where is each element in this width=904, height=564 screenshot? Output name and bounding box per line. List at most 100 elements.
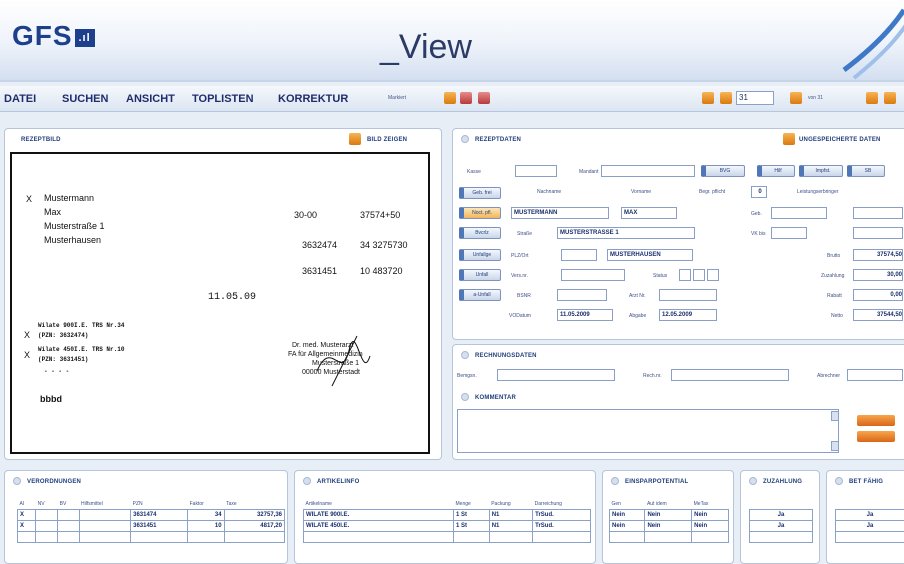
table-row[interactable]: WILATE 900I.E.1 StN1TrSud.	[304, 509, 591, 520]
scroll-down-icon[interactable]	[831, 441, 839, 451]
next-page-icon[interactable]	[790, 92, 802, 104]
versnr-input[interactable]	[561, 269, 625, 281]
table-row[interactable]: Ja	[836, 510, 904, 521]
rx-item: Wilate 900I.E. TRS Nr.34	[38, 322, 124, 329]
brutto-input[interactable]: 37574,50	[853, 249, 903, 261]
vk-bis-input[interactable]	[771, 227, 807, 239]
mandant-input[interactable]	[601, 165, 695, 177]
zuzahlung-input[interactable]: 30,00	[853, 269, 903, 281]
table-row[interactable]: Ja	[750, 510, 813, 521]
prev-page-icon[interactable]	[720, 92, 732, 104]
status-input-2[interactable]	[693, 269, 705, 281]
table-cell	[692, 531, 729, 542]
vodatum-input[interactable]: 11.05.2009	[557, 309, 613, 321]
collapse-icon[interactable]	[461, 135, 469, 143]
table-row[interactable]: WILATE 450I.E.1 StN1TrSud.	[304, 520, 591, 531]
table-cell: X	[18, 520, 36, 531]
status-input-1[interactable]	[679, 269, 691, 281]
scroll-up-icon[interactable]	[831, 411, 839, 421]
rabatt-input[interactable]: 0,00	[853, 289, 903, 301]
unfallge-button[interactable]: Unfallge	[459, 249, 501, 261]
bvg-button[interactable]: BVG	[701, 165, 745, 177]
first-page-icon[interactable]	[702, 92, 714, 104]
table-row[interactable]: Ja	[750, 521, 813, 532]
collapse-icon[interactable]	[13, 477, 21, 485]
bild-zeigen-button[interactable]: BILD ZEIGEN	[367, 137, 407, 143]
sb-button[interactable]: SB	[847, 165, 885, 177]
table-cell	[36, 520, 58, 531]
save-icon[interactable]	[866, 92, 878, 104]
leistung-extra-input[interactable]	[853, 227, 903, 239]
begr-pflicht-input[interactable]: 0	[751, 186, 767, 198]
abgabe-input[interactable]: 12.05.2009	[659, 309, 717, 321]
table-row[interactable]: X36314743432757,36	[18, 509, 285, 520]
table-cell: Nein	[692, 509, 729, 520]
prescription-image: X Mustermann Max Musterstraße 1 Musterha…	[10, 152, 430, 454]
app-title: _View	[380, 28, 472, 67]
app-header: GFS.ıl _View	[0, 0, 904, 82]
bild-zeigen-icon[interactable]	[349, 133, 361, 145]
geb-input[interactable]	[771, 207, 827, 219]
impfst-button[interactable]: Impfst.	[799, 165, 843, 177]
ort-input[interactable]: MUSTERHAUSEN	[607, 249, 693, 261]
status-label: Status	[653, 273, 667, 279]
rx-dashes: - - - -	[44, 368, 69, 375]
table-row[interactable]: NeinNeinNein	[610, 520, 729, 531]
close-icon[interactable]	[884, 92, 896, 104]
mark-toggle-icon[interactable]	[444, 92, 456, 104]
rx-item: Wilate 450I.E. TRS Nr.10	[38, 346, 124, 353]
menu-toplisten[interactable]: TOPLISTEN	[192, 93, 254, 105]
nachname-input[interactable]: MUSTERMANN	[511, 207, 609, 219]
zuzahlung-title: ZUZAHLUNG	[763, 479, 802, 485]
kasse-input[interactable]	[515, 165, 557, 177]
table-cell	[489, 531, 532, 542]
table-cell: 32757,36	[224, 509, 284, 520]
plz-input[interactable]	[561, 249, 597, 261]
vorname-label: Vorname	[631, 189, 651, 195]
menu-datei[interactable]: DATEI	[4, 93, 36, 105]
bemgsn-label: Bemgsn.	[457, 373, 477, 379]
collapse-icon[interactable]	[611, 477, 619, 485]
collapse-icon[interactable]	[303, 477, 311, 485]
collapse-icon[interactable]	[749, 477, 757, 485]
abrechner-input[interactable]	[847, 369, 903, 381]
strasse-input[interactable]: MUSTERSTRASSE 1	[557, 227, 695, 239]
rechnr-input[interactable]	[671, 369, 789, 381]
table-row[interactable]: Ja	[836, 521, 904, 532]
arztnr-input[interactable]	[659, 289, 717, 301]
a-unfall-button[interactable]: a-Unfall	[459, 289, 501, 301]
patient-lastname: Mustermann	[44, 193, 94, 203]
table-cell	[36, 509, 58, 520]
menu-korrektur[interactable]: KORREKTUR	[278, 93, 348, 105]
geb-frei-button[interactable]: Geb. frei	[459, 187, 501, 199]
col-packung: Packung	[489, 499, 532, 509]
bsnr-label: BSNR	[517, 293, 531, 299]
hilf-button[interactable]: Hilf	[757, 165, 795, 177]
menu-suchen[interactable]: SUCHEN	[62, 93, 108, 105]
collapse-icon[interactable]	[461, 351, 469, 359]
kommentar-action-button[interactable]	[857, 415, 895, 426]
prev-record-icon[interactable]	[460, 92, 472, 104]
rx-number: 3631451	[302, 266, 337, 276]
collapse-icon[interactable]	[461, 393, 469, 401]
leistungserbringer-input[interactable]	[853, 207, 903, 219]
table-cell: Nein	[692, 520, 729, 531]
page-number-input[interactable]: 31	[736, 91, 774, 105]
collapse-icon[interactable]	[835, 477, 843, 485]
bsnr-input[interactable]	[557, 289, 607, 301]
bemgsn-input[interactable]	[497, 369, 615, 381]
rx-number: 34 3275730	[360, 240, 408, 250]
noct-pfl-button[interactable]: Noct. pfl.	[459, 207, 501, 219]
table-cell: TrSud.	[533, 509, 591, 520]
next-record-icon[interactable]	[478, 92, 490, 104]
netto-input[interactable]: 37544,50	[853, 309, 903, 321]
bvcrlz-button[interactable]: Bvcrlz	[459, 227, 501, 239]
vorname-input[interactable]: MAX	[621, 207, 677, 219]
unfall-button[interactable]: Unfall	[459, 269, 501, 281]
status-input-3[interactable]	[707, 269, 719, 281]
kommentar-textarea[interactable]	[457, 409, 839, 453]
menu-ansicht[interactable]: ANSICHT	[126, 93, 175, 105]
table-row[interactable]: NeinNeinNein	[610, 509, 729, 520]
table-row[interactable]: X3631451104817,20	[18, 520, 285, 531]
kommentar-action-button[interactable]	[857, 431, 895, 442]
